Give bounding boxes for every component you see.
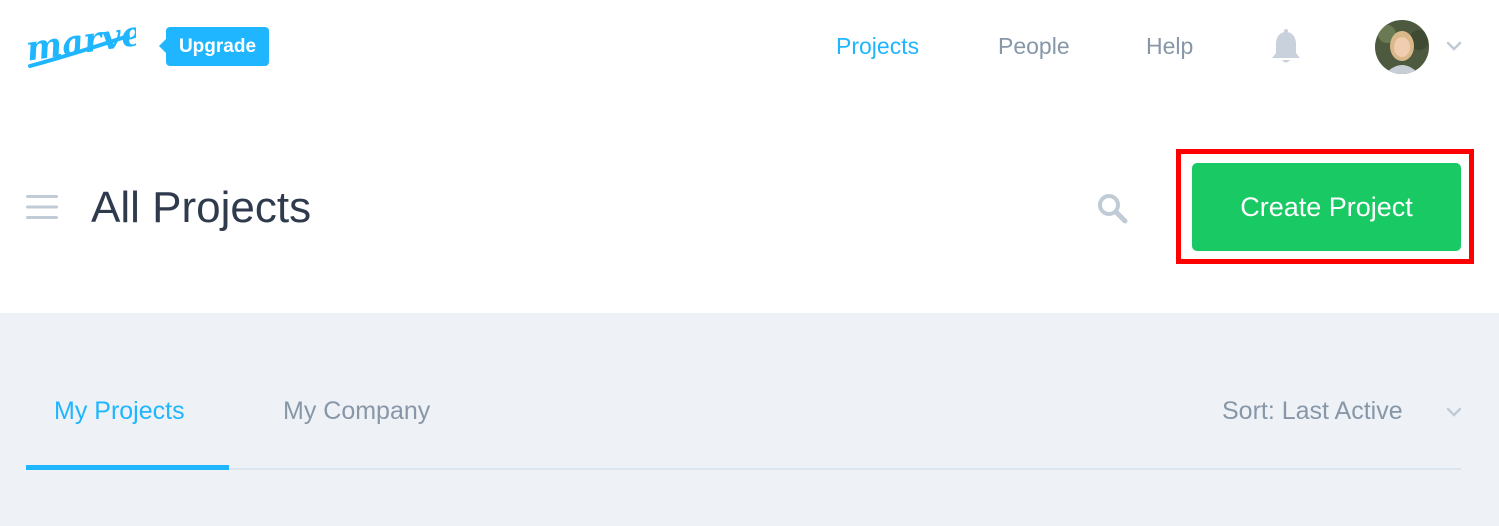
top-navbar: marvel Upgrade Projects People Help	[0, 0, 1499, 94]
marvel-logo[interactable]: marvel	[24, 14, 136, 74]
avatar[interactable]	[1375, 20, 1429, 74]
tab-divider	[26, 468, 1461, 470]
page-title: All Projects	[91, 183, 312, 232]
sort-chevron-down-icon[interactable]	[1446, 406, 1462, 418]
hamburger-icon[interactable]	[26, 194, 58, 220]
nav-people[interactable]: People	[998, 31, 1070, 61]
active-tab-indicator	[26, 465, 229, 470]
tab-my-company[interactable]: My Company	[283, 395, 430, 427]
nav-help[interactable]: Help	[1146, 31, 1193, 61]
nav-projects[interactable]: Projects	[836, 31, 919, 61]
projects-section: My Projects My Company Sort: Last Active	[0, 313, 1499, 526]
tab-my-projects[interactable]: My Projects	[54, 395, 185, 427]
create-project-button[interactable]: Create Project	[1192, 163, 1461, 251]
chevron-down-icon[interactable]	[1446, 40, 1462, 52]
search-icon[interactable]	[1096, 192, 1128, 224]
avatar-image	[1375, 20, 1429, 74]
sort-dropdown[interactable]: Sort: Last Active	[1222, 395, 1403, 427]
upgrade-button[interactable]: Upgrade	[159, 27, 269, 66]
bell-icon[interactable]	[1270, 28, 1302, 66]
